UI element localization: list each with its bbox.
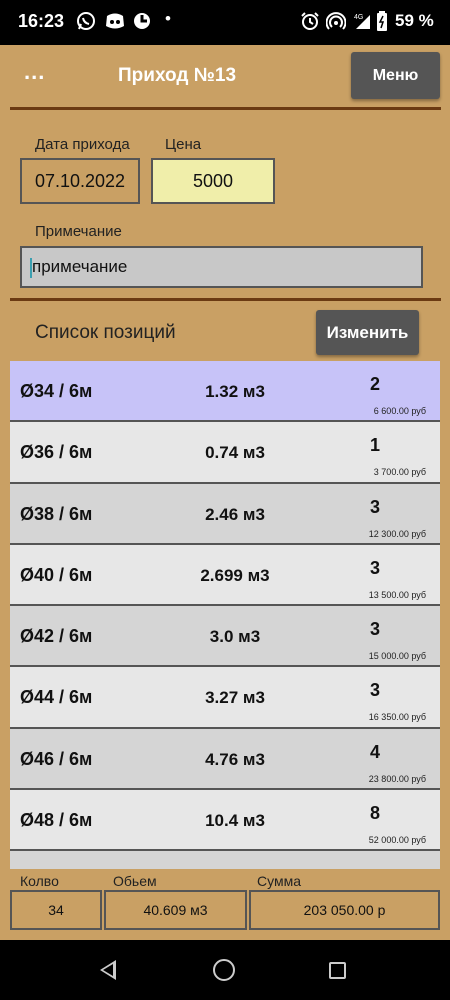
list-item[interactable]	[10, 851, 440, 869]
toolbar: ... Приход №13 Меню	[0, 45, 450, 107]
hotspot-icon	[325, 11, 347, 36]
item-name: Ø44 / 6м	[20, 687, 93, 708]
app-icon	[132, 11, 152, 36]
note-value: примечание	[32, 257, 128, 276]
back-icon[interactable]	[100, 960, 116, 980]
battery-percent: 59 %	[395, 11, 434, 30]
date-field[interactable]: 07.10.2022	[20, 158, 140, 204]
item-volume: 3.0 м3	[209, 627, 261, 647]
item-name: Ø38 / 6м	[20, 503, 93, 524]
note-label: Примечание	[35, 223, 122, 240]
volume-total: 40.609 м3	[104, 890, 247, 930]
item-sum: 12 300.00 руб	[368, 528, 426, 539]
date-label: Дата прихода	[35, 136, 130, 153]
alarm-icon	[300, 11, 320, 36]
item-volume: 0.74 м3	[205, 443, 265, 463]
count-total: 34	[10, 890, 102, 930]
list-item[interactable]: Ø44 / 6м 3.27 м3 3 16 350.00 руб	[10, 667, 440, 729]
list-item[interactable]: Ø42 / 6м 3.0 м3 3 15 000.00 руб	[10, 606, 440, 668]
item-quantity: 3	[370, 557, 381, 578]
volume-label: Обьем	[113, 873, 157, 889]
item-sum: 52 000.00 руб	[368, 835, 426, 846]
navigation-bar	[0, 940, 450, 1000]
header-divider	[10, 107, 441, 110]
signal-4g-icon: 4G	[352, 11, 372, 36]
item-name: Ø36 / 6м	[20, 442, 93, 463]
status-time: 16:23	[18, 11, 65, 31]
home-icon[interactable]	[213, 959, 235, 981]
list-item[interactable]: Ø38 / 6м 2.46 м3 3 12 300.00 руб	[10, 483, 440, 545]
list-title: Список позиций	[35, 322, 176, 343]
item-quantity: 2	[370, 374, 381, 394]
item-quantity: 8	[370, 803, 381, 824]
change-button[interactable]: Изменить	[316, 310, 419, 355]
whatsapp-icon	[76, 11, 96, 36]
list-item[interactable]: Ø34 / 6м 1.32 м3 2 6 600.00 руб	[10, 361, 440, 423]
item-sum: 3 700.00 руб	[373, 467, 426, 478]
battery-icon	[376, 11, 388, 36]
more-options-icon[interactable]: ...	[24, 59, 45, 85]
menu-button[interactable]: Меню	[351, 52, 440, 99]
sum-total: 203 050.00 р	[249, 890, 440, 930]
positions-list[interactable]: Ø34 / 6м 1.32 м3 2 6 600.00 руб Ø36 / 6м…	[10, 361, 440, 869]
list-item[interactable]: Ø40 / 6м 2.699 м3 3 13 500.00 руб	[10, 544, 440, 607]
count-label: Колво	[20, 873, 59, 889]
list-item[interactable]: Ø36 / 6м 0.74 м3 1 3 700.00 руб	[10, 422, 440, 484]
price-label: Цена	[165, 136, 202, 153]
text-cursor	[30, 258, 32, 278]
item-quantity: 3	[370, 496, 381, 517]
note-field[interactable]: примечание	[20, 246, 423, 288]
sum-label: Сумма	[257, 873, 301, 889]
list-item[interactable]: Ø48 / 6м 10.4 м3 8 52 000.00 руб	[10, 790, 440, 852]
item-volume: 2.699 м3	[200, 565, 270, 585]
item-name: Ø48 / 6м	[20, 810, 93, 831]
item-quantity: 3	[370, 619, 381, 640]
item-name: Ø42 / 6м	[20, 626, 93, 647]
discord-icon	[104, 11, 126, 36]
item-sum: 13 500.00 руб	[368, 589, 426, 600]
item-name: Ø40 / 6м	[20, 564, 93, 585]
item-quantity: 3	[370, 680, 381, 701]
item-sum: 23 800.00 руб	[368, 773, 426, 784]
item-volume: 4.76 м3	[205, 749, 265, 769]
item-volume: 2.46 м3	[205, 504, 265, 524]
svg-text:4G: 4G	[354, 14, 363, 21]
item-volume: 1.32 м3	[205, 382, 265, 401]
dot-icon: •	[165, 9, 171, 28]
status-bar: 16:23 • 4G 59 %	[0, 0, 450, 45]
page-title: Приход №13	[118, 65, 237, 86]
price-field[interactable]: 5000	[151, 158, 275, 204]
item-name: Ø34 / 6м	[20, 381, 93, 401]
item-volume: 10.4 м3	[205, 811, 265, 831]
item-sum: 15 000.00 руб	[368, 651, 426, 662]
item-volume: 3.27 м3	[205, 688, 265, 708]
item-sum: 6 600.00 руб	[373, 406, 426, 416]
item-sum: 16 350.00 руб	[368, 712, 426, 723]
recent-apps-icon[interactable]	[329, 962, 346, 979]
item-quantity: 4	[370, 741, 381, 762]
form-divider	[10, 298, 441, 301]
item-quantity: 1	[370, 435, 381, 456]
list-item[interactable]: Ø46 / 6м 4.76 м3 4 23 800.00 руб	[10, 728, 440, 791]
item-name: Ø46 / 6м	[20, 748, 93, 769]
